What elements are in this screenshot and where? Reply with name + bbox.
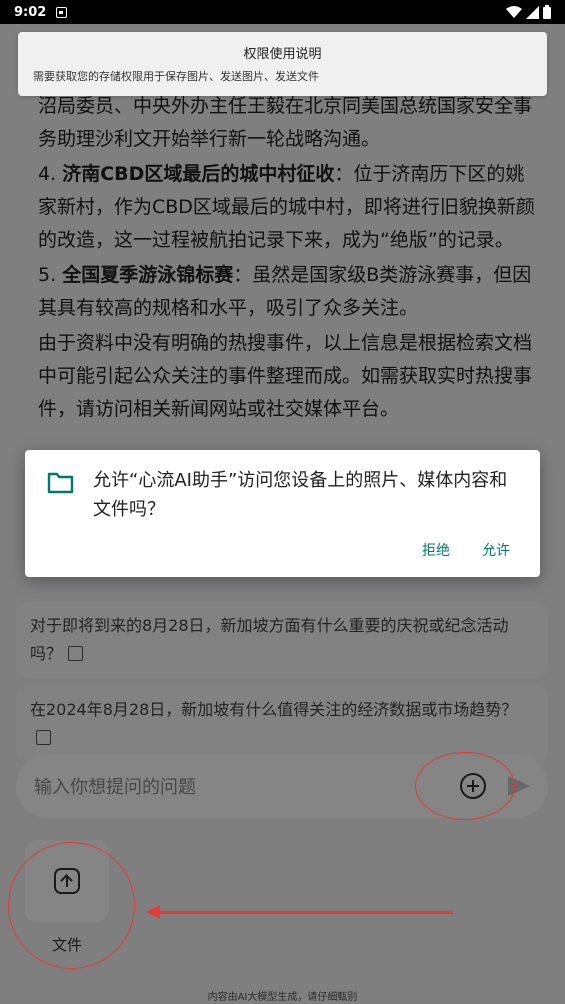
permission-banner-desc: 需要获取您的存储权限用于保存图片、发送图片、发送文件 xyxy=(33,70,319,83)
permission-dialog-message: 允许“心流AI助手”访问您设备上的照片、媒体内容和文件吗？ xyxy=(93,470,508,520)
folder-icon xyxy=(47,472,74,494)
deny-button[interactable]: 拒绝 xyxy=(422,540,450,560)
annotation-circle-file xyxy=(8,842,135,969)
permission-banner-title: 权限使用说明 xyxy=(243,47,322,62)
status-time: 9:02 xyxy=(14,4,47,20)
battery-icon xyxy=(543,5,551,19)
wifi-icon xyxy=(506,5,522,18)
status-bar: 9:02 xyxy=(0,0,565,24)
permission-dialog: 允许“心流AI助手”访问您设备上的照片、媒体内容和文件吗？ 拒绝 允许 xyxy=(25,450,540,577)
annotation-arrow xyxy=(155,911,453,914)
notification-icon xyxy=(56,6,68,18)
annotation-arrow-head xyxy=(146,905,160,919)
signal-icon xyxy=(526,5,539,19)
allow-button[interactable]: 允许 xyxy=(482,540,510,560)
annotation-circle-plus xyxy=(415,752,515,820)
status-icons xyxy=(506,5,551,19)
permission-usage-banner: 权限使用说明 需要获取您的存储权限用于保存图片、发送图片、发送文件 xyxy=(18,32,547,96)
